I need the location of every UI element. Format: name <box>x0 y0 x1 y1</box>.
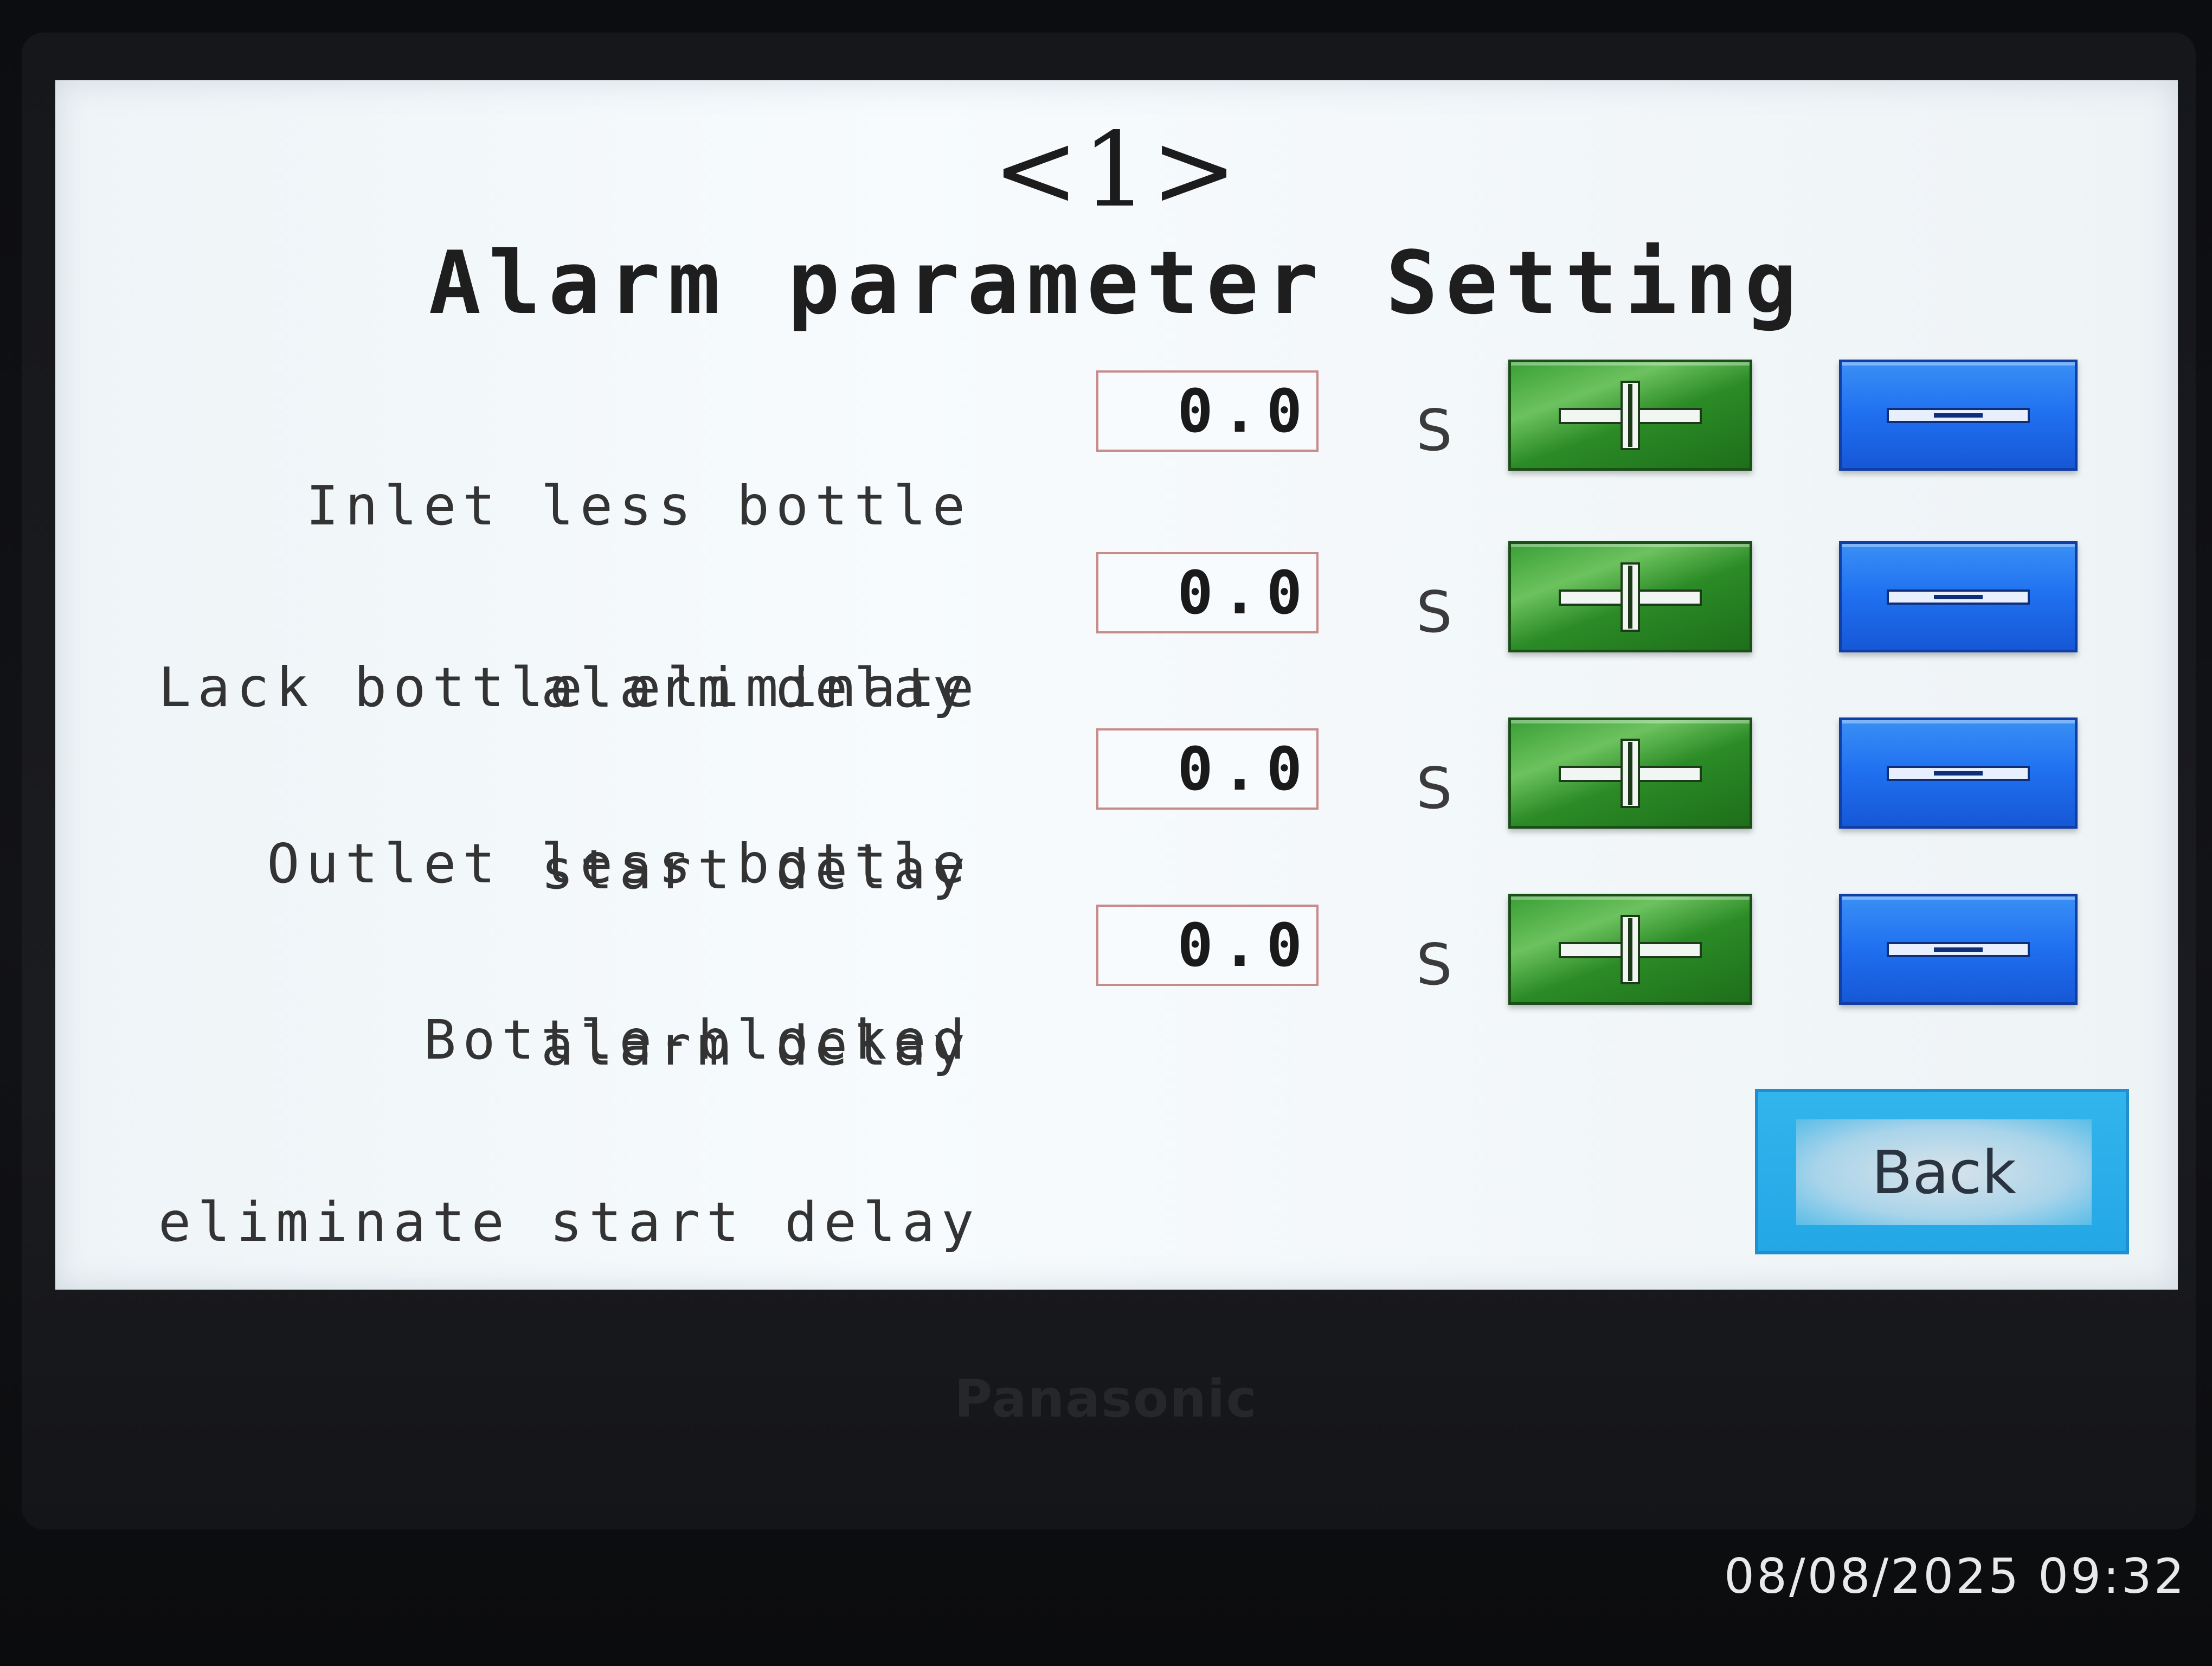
param-label-line1: Bottle-blocked <box>423 1008 972 1072</box>
unit-label: S <box>1416 398 1452 464</box>
minus-icon <box>1887 407 2030 423</box>
plus-icon <box>1559 738 1702 808</box>
page-number: <1> <box>992 110 1241 230</box>
minus-icon <box>1887 589 2030 605</box>
page-title: Alarm parameter Setting <box>428 232 1805 334</box>
unit-label: S <box>1416 932 1452 998</box>
param-row-bottle-blocked-delay: Bottle-blocked eliminate start delay 0.0… <box>55 894 2178 1253</box>
hmi-screen: <1> Alarm parameter Setting Inlet less b… <box>55 80 2178 1290</box>
value-field[interactable]: 0.0 <box>1096 370 1319 452</box>
value-field[interactable]: 0.0 <box>1096 728 1319 810</box>
plus-icon <box>1559 380 1702 450</box>
param-label-line1: Inlet less bottle <box>306 474 972 537</box>
param-label: Bottle-blocked eliminate start delay <box>158 888 981 1374</box>
minus-icon <box>1887 941 2030 957</box>
increase-button[interactable] <box>1508 717 1752 829</box>
decrease-button[interactable] <box>1839 894 2078 1005</box>
plus-icon <box>1559 562 1702 632</box>
decrease-button[interactable] <box>1839 360 2078 471</box>
back-button-face: Back <box>1796 1119 2092 1225</box>
decrease-button[interactable] <box>1839 717 2078 829</box>
increase-button[interactable] <box>1508 894 1752 1005</box>
value-field[interactable]: 0.0 <box>1096 552 1319 633</box>
unit-label: S <box>1416 755 1452 822</box>
unit-label: S <box>1416 579 1452 645</box>
param-label-line1: Lack bottle eliminate <box>158 656 981 719</box>
brand-logo: Panasonic <box>954 1369 1258 1429</box>
param-row-inlet-alarm-delay: Inlet less bottle alarm delay 0.0 S <box>55 360 2178 719</box>
param-row-lack-bottle-eliminate-delay: Lack bottle eliminate start delay 0.0 S <box>55 541 2178 900</box>
photo-timestamp: 08/08/2025 09:32 <box>1724 1548 2187 1604</box>
increase-button[interactable] <box>1508 360 1752 471</box>
increase-button[interactable] <box>1508 541 1752 652</box>
param-label-line2: eliminate start delay <box>158 1190 981 1254</box>
param-row-outlet-alarm-delay: Outlet less bottle alarm delay 0.0 S <box>55 717 2178 1077</box>
plus-icon <box>1559 914 1702 984</box>
decrease-button[interactable] <box>1839 541 2078 652</box>
minus-icon <box>1887 765 2030 781</box>
value-field[interactable]: 0.0 <box>1096 905 1319 986</box>
back-button-label: Back <box>1871 1137 2017 1207</box>
param-label-line1: Outlet less bottle <box>267 832 972 895</box>
back-button[interactable]: Back <box>1755 1089 2129 1254</box>
